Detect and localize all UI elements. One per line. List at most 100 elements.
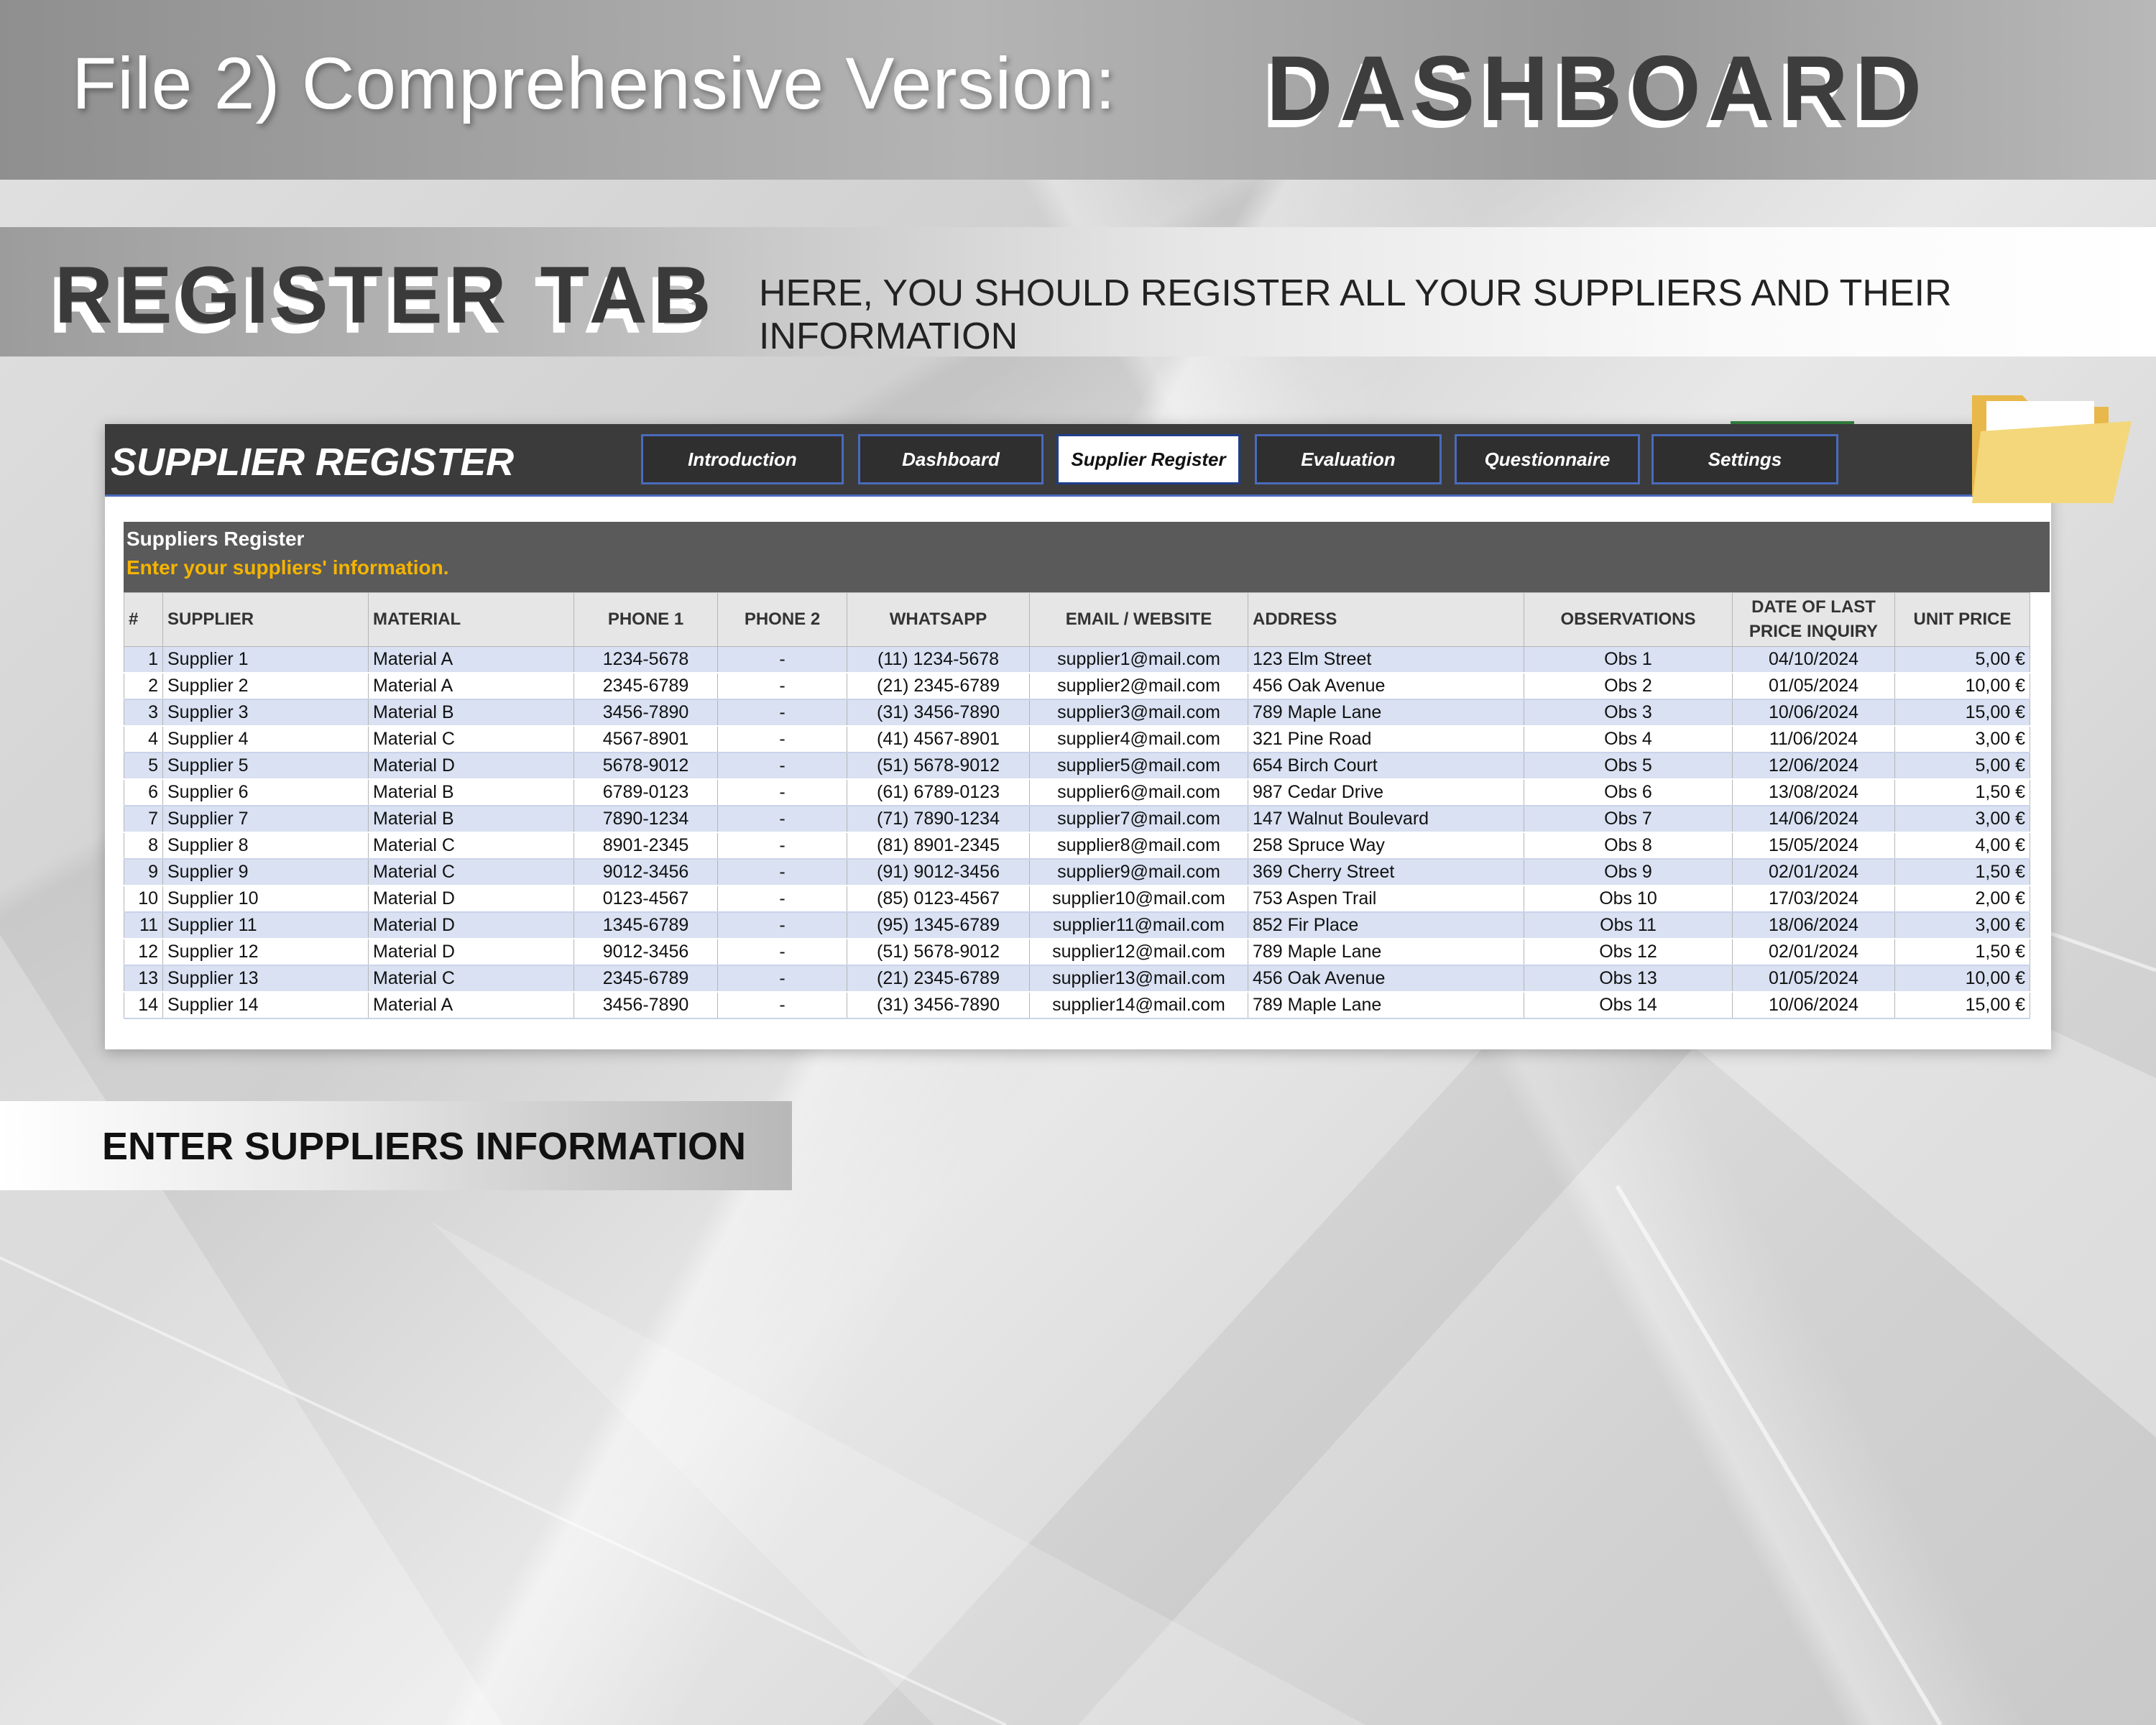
table-cell[interactable]: supplier6@mail.com (1029, 779, 1248, 806)
nav-button-introduction[interactable]: Introduction (641, 434, 844, 484)
table-cell[interactable]: 789 Maple Lane (1248, 699, 1524, 727)
nav-button-evaluation[interactable]: Evaluation (1255, 434, 1442, 484)
table-cell[interactable]: 18/06/2024 (1732, 912, 1895, 939)
table-cell[interactable]: 753 Aspen Trail (1248, 886, 1524, 913)
table-cell[interactable]: supplier5@mail.com (1029, 753, 1248, 780)
column-header[interactable]: PHONE 2 (717, 592, 847, 647)
table-cell[interactable]: 8 (124, 832, 163, 860)
table-cell[interactable]: 12 (124, 939, 163, 966)
table-cell[interactable]: Material D (368, 886, 574, 913)
table-cell[interactable]: Obs 5 (1524, 753, 1733, 780)
table-cell[interactable]: 3456-7890 (573, 699, 718, 727)
table-cell[interactable]: - (717, 912, 847, 939)
table-cell[interactable]: supplier1@mail.com (1029, 646, 1248, 673)
table-cell[interactable]: (91) 9012-3456 (847, 859, 1030, 886)
table-cell[interactable]: 3,00 € (1894, 726, 2030, 753)
table-cell[interactable]: Material C (368, 965, 574, 993)
table-cell[interactable]: Material B (368, 779, 574, 806)
table-cell[interactable]: Supplier 8 (162, 832, 369, 860)
table-cell[interactable]: Supplier 9 (162, 859, 369, 886)
table-cell[interactable]: (95) 1345-6789 (847, 912, 1030, 939)
table-cell[interactable]: Material A (368, 992, 574, 1019)
table-cell[interactable]: (51) 5678-9012 (847, 753, 1030, 780)
table-row[interactable]: 5 Supplier 5 Material D 5678-9012- (51) 5678… (124, 753, 2030, 780)
table-cell[interactable]: Supplier 7 (162, 806, 369, 833)
table-cell[interactable]: 2 (124, 673, 163, 700)
table-cell[interactable]: 13/08/2024 (1732, 779, 1895, 806)
table-cell[interactable]: Supplier 10 (162, 886, 369, 913)
table-cell[interactable]: Material A (368, 673, 574, 700)
table-cell[interactable]: 9 (124, 859, 163, 886)
table-cell[interactable]: Supplier 5 (162, 753, 369, 780)
table-cell[interactable]: Obs 8 (1524, 832, 1733, 860)
table-cell[interactable]: - (717, 832, 847, 860)
table-cell[interactable]: - (717, 726, 847, 753)
table-cell[interactable]: - (717, 992, 847, 1019)
column-header[interactable]: PHONE 1 (573, 592, 718, 647)
table-cell[interactable]: 9012-3456 (573, 939, 718, 966)
nav-button-dashboard[interactable]: Dashboard (858, 434, 1044, 484)
table-cell[interactable]: supplier10@mail.com (1029, 886, 1248, 913)
table-cell[interactable]: Obs 14 (1524, 992, 1733, 1019)
table-cell[interactable]: Obs 12 (1524, 939, 1733, 966)
table-cell[interactable]: 7890-1234 (573, 806, 718, 833)
column-header[interactable]: ADDRESS (1248, 592, 1524, 647)
table-cell[interactable]: (31) 3456-7890 (847, 699, 1030, 727)
table-cell[interactable]: 3456-7890 (573, 992, 718, 1019)
table-cell[interactable]: Material C (368, 859, 574, 886)
table-cell[interactable]: supplier9@mail.com (1029, 859, 1248, 886)
table-cell[interactable]: (85) 0123-4567 (847, 886, 1030, 913)
table-cell[interactable]: 1345-6789 (573, 912, 718, 939)
table-cell[interactable]: Supplier 13 (162, 965, 369, 993)
table-cell[interactable]: Material B (368, 699, 574, 727)
table-cell[interactable]: 4 (124, 726, 163, 753)
table-cell[interactable]: 10/06/2024 (1732, 699, 1895, 727)
table-cell[interactable]: supplier4@mail.com (1029, 726, 1248, 753)
table-cell[interactable]: (61) 6789-0123 (847, 779, 1030, 806)
table-cell[interactable]: (21) 2345-6789 (847, 673, 1030, 700)
table-cell[interactable]: 10/06/2024 (1732, 992, 1895, 1019)
table-cell[interactable]: supplier12@mail.com (1029, 939, 1248, 966)
column-header[interactable]: WHATSAPP (847, 592, 1030, 647)
table-row[interactable]: 8 Supplier 8 Material C 8901-2345- (81) 8901… (124, 832, 2030, 860)
table-cell[interactable]: 11 (124, 912, 163, 939)
table-cell[interactable]: - (717, 859, 847, 886)
table-cell[interactable]: 5,00 € (1894, 646, 2030, 673)
table-cell[interactable]: Obs 3 (1524, 699, 1733, 727)
table-cell[interactable]: Material D (368, 939, 574, 966)
table-cell[interactable]: Supplier 11 (162, 912, 369, 939)
table-cell[interactable]: (71) 7890-1234 (847, 806, 1030, 833)
column-header[interactable]: DATE OF LAST PRICE INQUIRY (1732, 592, 1895, 647)
table-cell[interactable]: 13 (124, 965, 163, 993)
table-cell[interactable]: Obs 11 (1524, 912, 1733, 939)
table-cell[interactable]: 654 Birch Court (1248, 753, 1524, 780)
nav-button-questionnaire[interactable]: Questionnaire (1455, 434, 1640, 484)
table-cell[interactable]: 1,50 € (1894, 779, 2030, 806)
table-cell[interactable]: 10 (124, 886, 163, 913)
table-cell[interactable]: 1,50 € (1894, 939, 2030, 966)
table-cell[interactable]: - (717, 779, 847, 806)
table-cell[interactable]: 6789-0123 (573, 779, 718, 806)
table-cell[interactable]: Supplier 2 (162, 673, 369, 700)
table-cell[interactable]: (31) 3456-7890 (847, 992, 1030, 1019)
table-cell[interactable]: 2345-6789 (573, 673, 718, 700)
table-cell[interactable]: 789 Maple Lane (1248, 939, 1524, 966)
nav-button-settings[interactable]: Settings (1651, 434, 1838, 484)
table-cell[interactable]: 15,00 € (1894, 699, 2030, 727)
table-cell[interactable]: 456 Oak Avenue (1248, 965, 1524, 993)
table-cell[interactable]: Supplier 14 (162, 992, 369, 1019)
table-cell[interactable]: Material B (368, 806, 574, 833)
table-row[interactable]: 14 Supplier 14 Material A 3456-7890- (31) 34… (124, 992, 2030, 1019)
table-cell[interactable]: - (717, 939, 847, 966)
table-row[interactable]: 6 Supplier 6 Material B 6789-0123- (61) 6789… (124, 779, 2030, 806)
table-cell[interactable]: 0123-4567 (573, 886, 718, 913)
table-cell[interactable]: Obs 2 (1524, 673, 1733, 700)
table-cell[interactable]: 9012-3456 (573, 859, 718, 886)
column-header[interactable]: # (124, 592, 163, 647)
table-cell[interactable]: supplier8@mail.com (1029, 832, 1248, 860)
table-row[interactable]: 9 Supplier 9 Material C 9012-3456- (91) 9012… (124, 859, 2030, 886)
table-cell[interactable]: 147 Walnut Boulevard (1248, 806, 1524, 833)
table-cell[interactable]: Material D (368, 753, 574, 780)
table-cell[interactable]: Obs 6 (1524, 779, 1733, 806)
table-cell[interactable]: Supplier 3 (162, 699, 369, 727)
